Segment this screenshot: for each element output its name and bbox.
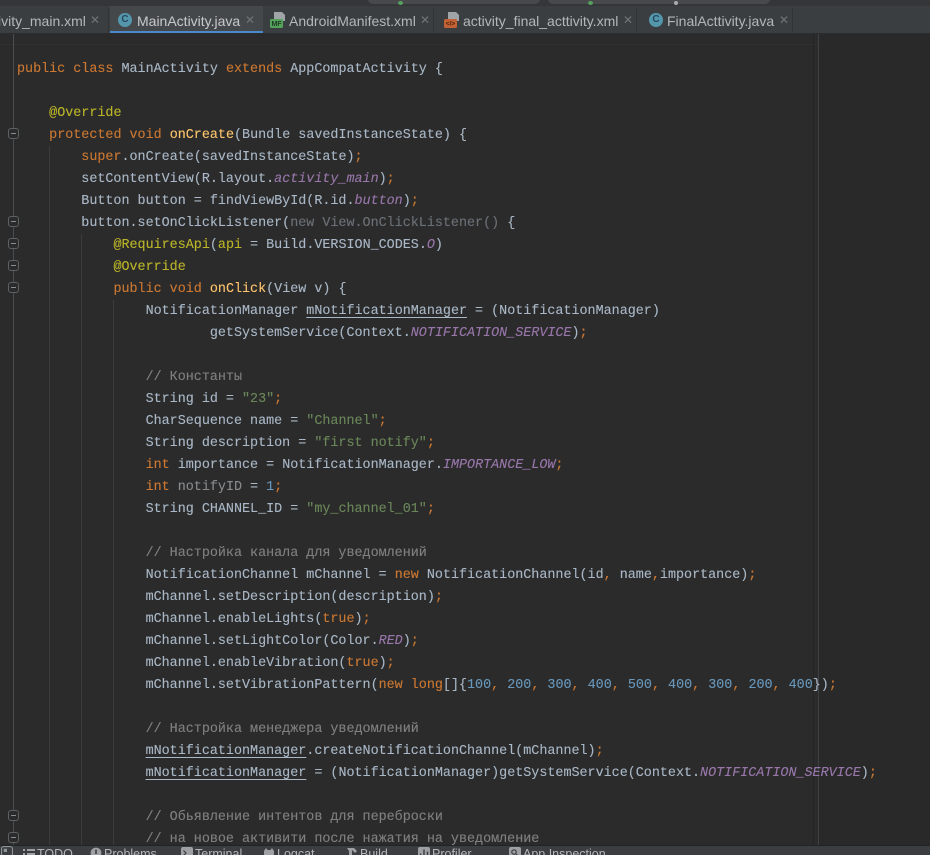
svg-text:</>: </>: [446, 21, 456, 28]
svg-text:MF: MF: [271, 21, 282, 28]
